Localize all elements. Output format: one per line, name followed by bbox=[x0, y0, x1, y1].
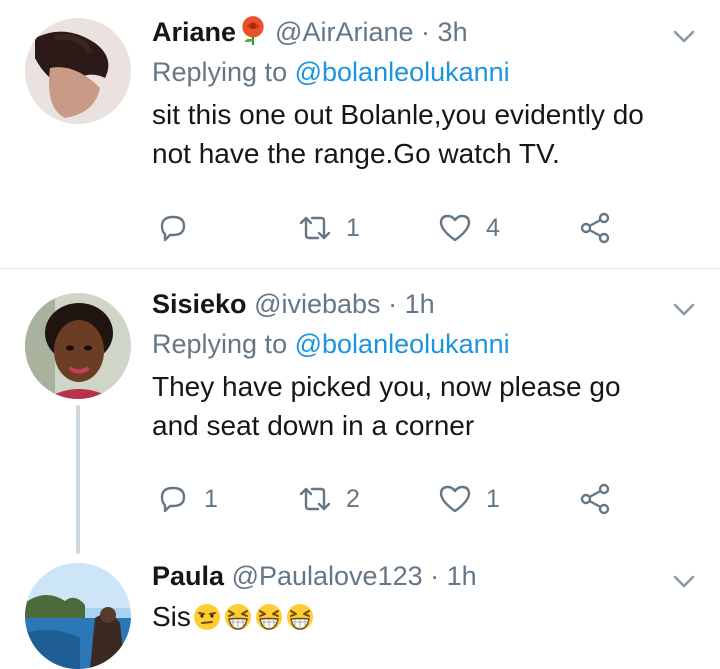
chevron-down-icon[interactable] bbox=[670, 567, 698, 595]
replying-to: Replying to @bolanleolukanni bbox=[152, 327, 660, 361]
tweet-header: Paula @Paulalove123 · 1h bbox=[152, 559, 660, 593]
reply-button[interactable] bbox=[156, 208, 204, 248]
share-icon bbox=[580, 483, 610, 515]
avatar-paula[interactable] bbox=[25, 563, 131, 669]
retweet-icon bbox=[299, 216, 331, 240]
like-button[interactable]: 4 bbox=[438, 208, 500, 248]
like-count: 1 bbox=[486, 484, 500, 513]
reply-icon bbox=[160, 486, 186, 513]
reply-icon bbox=[160, 215, 186, 242]
tweet-header: Ariane @AirAriane · 3h bbox=[152, 14, 660, 49]
share-icon bbox=[580, 212, 610, 244]
share-button[interactable] bbox=[578, 479, 612, 519]
retweet-count: 2 bbox=[346, 484, 360, 513]
separator-dot: · bbox=[430, 561, 440, 591]
avatar-ariane[interactable] bbox=[25, 18, 131, 124]
chevron-down-icon[interactable] bbox=[670, 22, 698, 50]
like-count: 4 bbox=[486, 213, 500, 242]
retweet-count: 1 bbox=[346, 213, 360, 242]
display-name[interactable]: Sisieko bbox=[152, 289, 247, 319]
user-handle[interactable]: @AirAriane bbox=[275, 17, 413, 47]
tweet-sisieko[interactable]: Sisieko @iviebabs · 1h Replying to @bola… bbox=[0, 269, 720, 554]
reply-count: 1 bbox=[204, 484, 218, 513]
timestamp[interactable]: 3h bbox=[438, 17, 468, 47]
action-bar: 1 4 bbox=[152, 208, 632, 248]
tweet-text-container: Sis bbox=[152, 597, 660, 636]
tweet-text: Sis bbox=[152, 601, 191, 632]
user-handle[interactable]: @Paulalove123 bbox=[232, 561, 423, 591]
replying-prefix: Replying to bbox=[152, 329, 288, 359]
tweet-header: Sisieko @iviebabs · 1h bbox=[152, 287, 660, 321]
tweet-ariane[interactable]: Ariane @AirAriane · 3h Replying to @bolan… bbox=[0, 0, 720, 268]
mention-link[interactable]: @bolanleolukanni bbox=[295, 57, 510, 87]
retweet-button[interactable]: 1 bbox=[298, 208, 360, 248]
action-bar: 1 2 1 bbox=[152, 479, 632, 519]
tweet-text: They have picked you, now please go and … bbox=[152, 371, 621, 441]
tweet-paula[interactable]: Paula @Paulalove123 · 1h Sis bbox=[0, 549, 720, 669]
like-button[interactable]: 1 bbox=[438, 479, 500, 519]
mention-link[interactable]: @bolanleolukanni bbox=[295, 329, 510, 359]
thread-connector-line bbox=[76, 405, 80, 554]
heart-icon bbox=[439, 214, 471, 242]
retweet-icon bbox=[299, 487, 331, 511]
unamused-face-emoji-icon bbox=[193, 604, 220, 630]
rose-emoji-icon bbox=[242, 16, 264, 45]
avatar-sisieko[interactable] bbox=[25, 293, 131, 399]
timestamp[interactable]: 1h bbox=[447, 561, 477, 591]
display-name[interactable]: Paula bbox=[152, 561, 224, 591]
separator-dot: · bbox=[388, 289, 398, 319]
display-name[interactable]: Ariane bbox=[152, 17, 236, 47]
tweet-text: sit this one out Bolanle,you evidently d… bbox=[152, 99, 644, 169]
separator-dot: · bbox=[421, 17, 431, 47]
chevron-down-icon[interactable] bbox=[670, 295, 698, 323]
share-button[interactable] bbox=[578, 208, 612, 248]
user-handle[interactable]: @iviebabs bbox=[254, 289, 380, 319]
retweet-button[interactable]: 2 bbox=[298, 479, 360, 519]
grinning-squinting-face-emoji-icon bbox=[255, 604, 282, 630]
replying-prefix: Replying to bbox=[152, 57, 288, 87]
timestamp[interactable]: 1h bbox=[405, 289, 435, 319]
heart-icon bbox=[439, 485, 471, 513]
replying-to: Replying to @bolanleolukanni bbox=[152, 55, 660, 89]
grinning-squinting-face-emoji-icon bbox=[286, 604, 313, 630]
grinning-squinting-face-emoji-icon bbox=[224, 604, 251, 630]
reply-button[interactable]: 1 bbox=[156, 479, 218, 519]
